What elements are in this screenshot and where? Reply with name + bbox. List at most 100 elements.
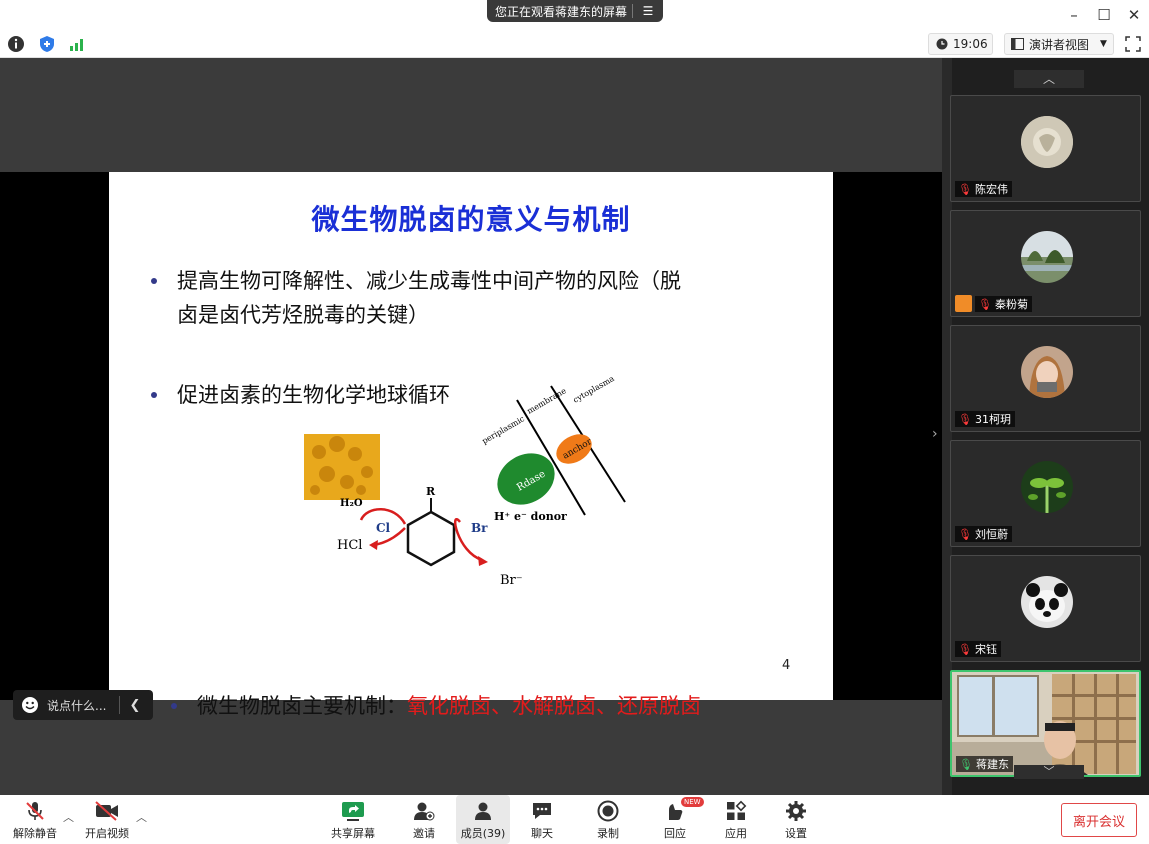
participant-name-tag: 🎙 秦粉菊 <box>975 296 1032 312</box>
slide-page-number: 4 <box>782 658 791 673</box>
cytoplasma-label: cytoplasma <box>572 374 616 405</box>
avatar <box>1021 461 1073 513</box>
members-label: 成员(39) <box>460 827 506 840</box>
leave-meeting-button[interactable]: 离开会议 <box>1061 803 1137 837</box>
signal-icon[interactable] <box>68 35 86 53</box>
clock-time: 19:06 <box>953 37 988 51</box>
chat-button[interactable]: 聊天 <box>518 795 566 844</box>
apps-icon <box>727 800 747 820</box>
hcl-label: HCl <box>337 538 362 553</box>
arrowhead <box>478 556 488 566</box>
bullet-3-highlight: 氧化脱卤、水解脱卤、还原脱卤 <box>407 694 701 718</box>
participant-tile[interactable]: 🎙 31柯玥 <box>950 325 1141 432</box>
chevron-up-icon[interactable]: ︿ <box>136 809 147 825</box>
chat-quick-input[interactable]: 说点什么... ❮ <box>13 690 153 720</box>
scroll-up-button[interactable]: ︿ <box>1014 70 1084 88</box>
new-badge: NEW <box>681 797 704 807</box>
close-button[interactable]: ✕ <box>1123 4 1145 26</box>
participant-name: 宋钰 <box>974 643 997 656</box>
settings-label: 设置 <box>785 827 807 840</box>
clock-icon <box>936 38 948 50</box>
scroll-down-button[interactable]: ﹀ <box>1014 765 1084 779</box>
bromide-label: Br⁻ <box>500 573 523 588</box>
meeting-clock[interactable]: 19:06 <box>928 33 993 55</box>
chevron-up-icon: ︿ <box>1042 72 1055 86</box>
view-label: 演讲者视图 <box>1029 37 1090 52</box>
emoji-icon[interactable] <box>13 690 47 720</box>
unmute-button[interactable]: 解除静音 <box>10 795 60 844</box>
participant-name-tag: 🎙 蒋建东 <box>956 756 1013 772</box>
presentation-slide: 微生物脱卤的意义与机制 提高生物可降解性、减少生成毒性中间产物的风险（脱 卤是卤… <box>109 172 833 718</box>
info-icon[interactable] <box>7 35 25 53</box>
participant-tile[interactable]: 🎙 刘恒蔚 <box>950 440 1141 547</box>
participant-tile-active-speaker[interactable]: 🎙 蒋建东 <box>950 670 1141 777</box>
react-label: 回应 <box>664 827 686 840</box>
settings-button[interactable]: 设置 <box>772 795 820 844</box>
shield-icon[interactable] <box>38 35 56 53</box>
dehalogenation-diagram: periplasmic membrane cytoplasma Rdase an… <box>304 374 626 588</box>
chevron-up-icon[interactable]: ︿ <box>63 809 74 825</box>
bromine-label: Br <box>471 521 488 535</box>
participant-tile[interactable]: 🎙 秦粉菊 <box>950 210 1141 317</box>
share-screen-icon <box>342 802 364 821</box>
participant-name: 陈宏伟 <box>974 183 1008 196</box>
participant-name-tag: 🎙 宋钰 <box>955 641 1001 657</box>
apps-label: 应用 <box>725 827 747 840</box>
unmute-label: 解除静音 <box>13 827 57 840</box>
bullet-dot <box>151 278 157 284</box>
participant-tile[interactable]: 🎙 陈宏伟 <box>950 95 1141 202</box>
window-titlebar: 您正在观看蒋建东的屏幕 ☰ – ☐ ✕ <box>0 0 1149 30</box>
menu-icon[interactable]: ☰ <box>633 4 663 18</box>
react-button[interactable]: 回应 NEW <box>651 795 704 844</box>
start-video-button[interactable]: 开启视频 <box>82 795 132 844</box>
slide-title: 微生物脱卤的意义与机制 <box>311 203 631 236</box>
start-video-label: 开启视频 <box>85 827 129 840</box>
participant-name: 蒋建东 <box>975 758 1009 771</box>
chat-placeholder[interactable]: 说点什么... <box>47 697 119 714</box>
view-selector[interactable]: 演讲者视图 ▼ <box>1004 33 1114 55</box>
bullet-3-prefix: 微生物脱卤主要机制： <box>197 694 407 718</box>
chevron-down-icon: ﹀ <box>1043 765 1055 778</box>
members-button[interactable]: 成员(39) <box>456 795 510 844</box>
participant-name: 刘恒蔚 <box>974 528 1008 541</box>
record-label: 录制 <box>597 827 619 840</box>
gear-icon <box>786 801 806 821</box>
screen-share-banner[interactable]: 您正在观看蒋建东的屏幕 ☰ <box>487 0 663 22</box>
minimize-button[interactable]: – <box>1063 4 1085 26</box>
participant-name: 31柯玥 <box>974 413 1011 426</box>
avatar <box>1021 346 1073 398</box>
mic-muted-icon: 🎙 <box>958 527 972 541</box>
invite-button[interactable]: 邀请 <box>400 795 448 844</box>
participant-name-tag: 🎙 刘恒蔚 <box>955 526 1012 542</box>
participant-name-tag: 🎙 31柯玥 <box>955 411 1015 427</box>
participant-tile[interactable]: 🎙 宋钰 <box>950 555 1141 662</box>
share-screen-button[interactable]: 共享屏幕 <box>328 795 378 844</box>
banner-text: 您正在观看蒋建东的屏幕 <box>495 4 628 19</box>
chlorine-label: Cl <box>376 521 391 535</box>
share-label: 共享屏幕 <box>331 827 375 840</box>
bullet-1: 提高生物可降解性、减少生成毒性中间产物的风险（脱 卤是卤代芳烃脱毒的关键） <box>177 264 681 332</box>
record-button[interactable]: 录制 <box>584 795 632 844</box>
apps-button[interactable]: 应用 <box>712 795 760 844</box>
bullet-1-line-1: 提高生物可降解性、减少生成毒性中间产物的风险（脱 <box>177 269 681 293</box>
bullet-1-line-2: 卤是卤代芳烃脱毒的关键） <box>177 303 429 327</box>
avatar <box>1021 116 1073 168</box>
meeting-toolbar: 19:06 演讲者视图 ▼ <box>0 30 1149 58</box>
mic-muted-icon <box>26 802 44 820</box>
donor-label: H⁺ e⁻ donor <box>494 510 567 523</box>
mic-muted-icon: 🎙 <box>958 182 972 196</box>
periplasmic-label: periplasmic <box>481 414 527 446</box>
water-label: H₂O <box>340 498 363 509</box>
collapse-arrow-icon[interactable]: ❮ <box>120 698 150 713</box>
fullscreen-icon[interactable] <box>1124 35 1142 53</box>
mic-muted-icon: 🎙 <box>958 412 972 426</box>
bullet-3: 微生物脱卤主要机制：氧化脱卤、水解脱卤、还原脱卤 <box>197 689 701 723</box>
participant-name: 秦粉菊 <box>994 298 1028 311</box>
chevron-right-icon[interactable]: › <box>932 426 938 442</box>
arrowhead <box>369 540 378 550</box>
bullet-dot <box>151 392 157 398</box>
meeting-controls: 解除静音 ︿ 开启视频 ︿ 共享屏幕 邀请 成员(39) 聊天 录制 回应 NE… <box>0 795 1149 844</box>
camera-off-icon <box>95 801 118 821</box>
maximize-button[interactable]: ☐ <box>1093 4 1115 26</box>
members-icon <box>475 802 491 820</box>
